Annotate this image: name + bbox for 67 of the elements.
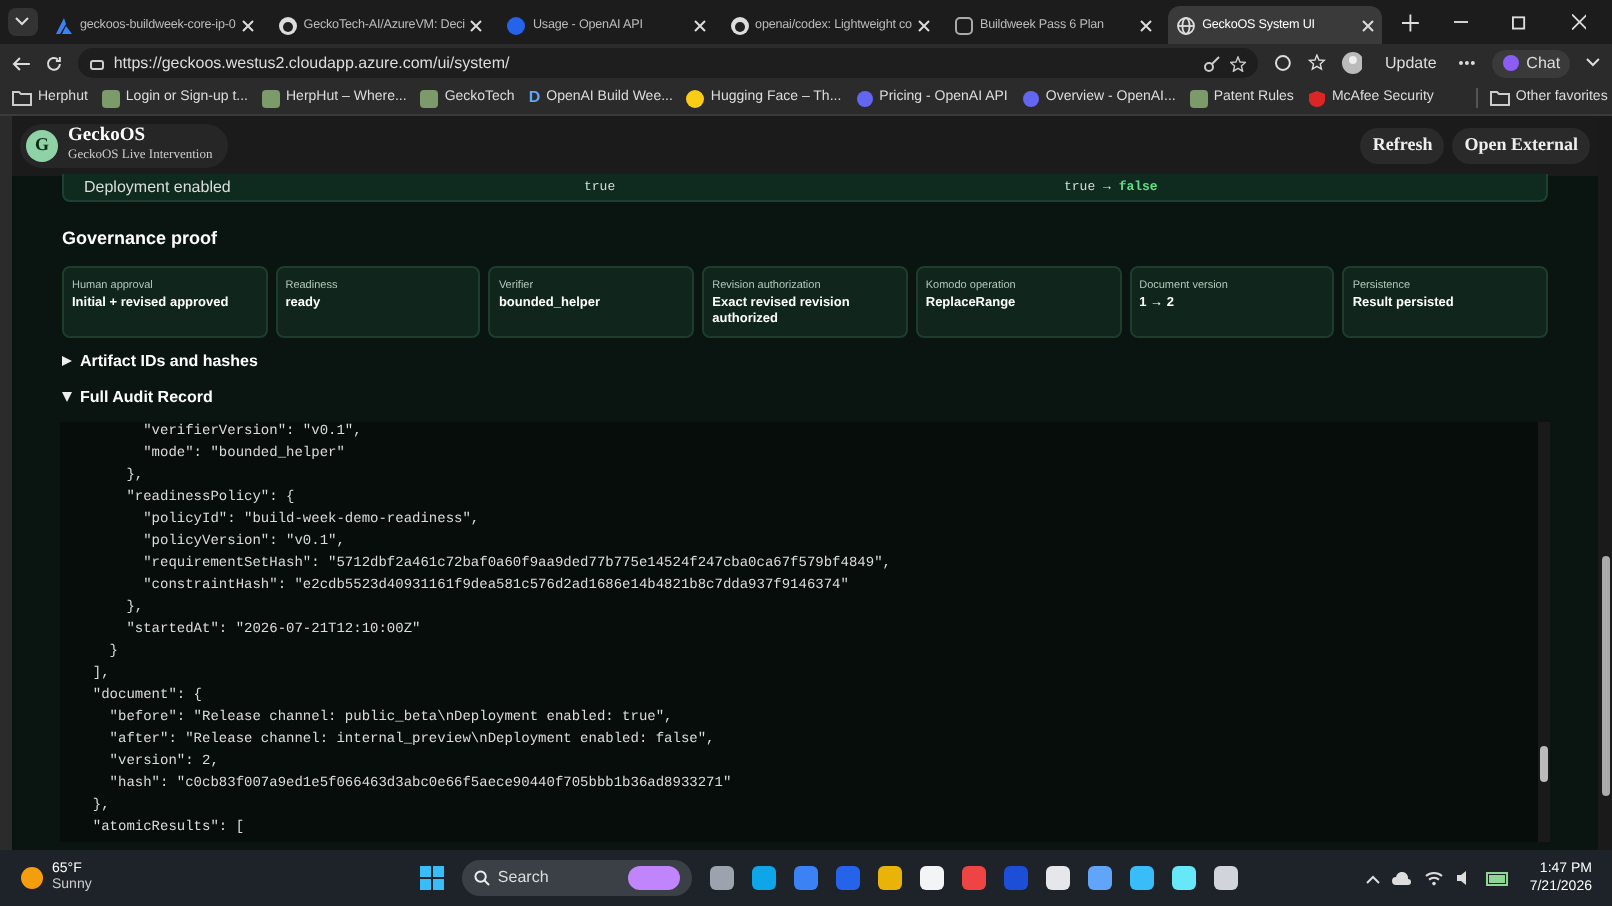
star-icon[interactable]	[1229, 55, 1246, 71]
shield-icon	[1307, 89, 1326, 107]
restore-icon[interactable]	[1512, 14, 1528, 30]
app-taskbar-icon[interactable]	[919, 866, 944, 890]
close-icon[interactable]	[1571, 14, 1587, 30]
app-taskbar-icon[interactable]	[1087, 866, 1112, 890]
update-button[interactable]: Update	[1378, 51, 1443, 75]
windows-start-icon[interactable]	[419, 866, 444, 890]
close-icon[interactable]	[241, 19, 254, 31]
more-icon[interactable]	[1458, 60, 1477, 66]
sun-icon	[20, 866, 44, 890]
app-taskbar-icon[interactable]	[1045, 866, 1070, 890]
app-taskbar-icon[interactable]	[751, 866, 776, 890]
code-scrollbar[interactable]	[1538, 421, 1550, 841]
lock-icon	[89, 56, 104, 70]
close-icon[interactable]	[693, 19, 706, 31]
wifi-icon[interactable]	[1423, 870, 1444, 886]
globe-icon	[1176, 15, 1197, 35]
reload-icon[interactable]	[45, 55, 62, 71]
battery-icon[interactable]	[1485, 870, 1510, 886]
favorites-icon[interactable]	[1307, 54, 1326, 72]
chevron-down-icon[interactable]	[1586, 58, 1600, 68]
site-icon	[262, 89, 280, 107]
address-field[interactable]: https://geckoos.westus2.cloudapp.azure.com/ui/system/	[77, 48, 1258, 78]
disclosure-toggle[interactable]: Full Audit Record	[62, 385, 1548, 409]
search-highlight-picture	[627, 866, 680, 890]
section-title: Governance proof	[62, 226, 220, 252]
back-arrow-icon[interactable]	[12, 55, 30, 71]
site-icon	[101, 89, 120, 107]
close-icon[interactable]	[1362, 19, 1375, 31]
folder-icon	[1489, 90, 1510, 106]
app-taskbar-icon[interactable]	[1171, 866, 1196, 890]
folder-icon	[12, 90, 32, 106]
chevron-up-icon[interactable]	[1365, 873, 1380, 883]
bookmark-letter-icon: D	[528, 86, 541, 110]
header-button[interactable]: Open External	[1452, 128, 1590, 164]
site-icon	[420, 89, 439, 107]
key-icon[interactable]	[1203, 55, 1220, 71]
url-text: https://geckoos.westus2.cloudapp.azure.com/ui/system/	[113, 51, 512, 75]
site-icon	[1189, 89, 1208, 107]
circle-icon	[506, 15, 527, 35]
search-icon	[473, 870, 490, 886]
disclosure-toggle[interactable]: Artifact IDs and hashes	[62, 349, 1548, 373]
chevron-down-icon	[14, 16, 31, 28]
triangle-icon	[62, 356, 72, 366]
page-scrollbar[interactable]	[1598, 116, 1612, 850]
row-label: Deployment enabled	[84, 175, 233, 199]
app-taskbar-icon[interactable]	[877, 866, 902, 890]
circle-icon	[1021, 89, 1040, 107]
avatar-icon[interactable]	[1341, 52, 1363, 74]
new-tab-icon[interactable]	[1402, 13, 1420, 31]
app-taskbar-icon[interactable]	[709, 866, 734, 890]
tab-list-button[interactable]	[8, 8, 38, 36]
app-taskbar-icon[interactable]	[1129, 866, 1154, 890]
brand-title: GeckoOS	[68, 128, 148, 146]
document-icon	[953, 15, 974, 35]
close-icon[interactable]	[917, 19, 930, 31]
triangle-icon	[62, 392, 72, 402]
search-placeholder: Search	[497, 866, 551, 890]
cloud-icon[interactable]	[1391, 871, 1412, 885]
circle-icon	[855, 89, 874, 107]
close-icon[interactable]	[1140, 19, 1153, 31]
app-taskbar-icon[interactable]	[1213, 866, 1238, 890]
header-button[interactable]: Refresh	[1360, 128, 1445, 164]
chat-button[interactable]: Chat	[1492, 49, 1571, 77]
taskbar-search-field[interactable]: Search	[461, 860, 692, 896]
close-icon[interactable]	[470, 19, 483, 31]
